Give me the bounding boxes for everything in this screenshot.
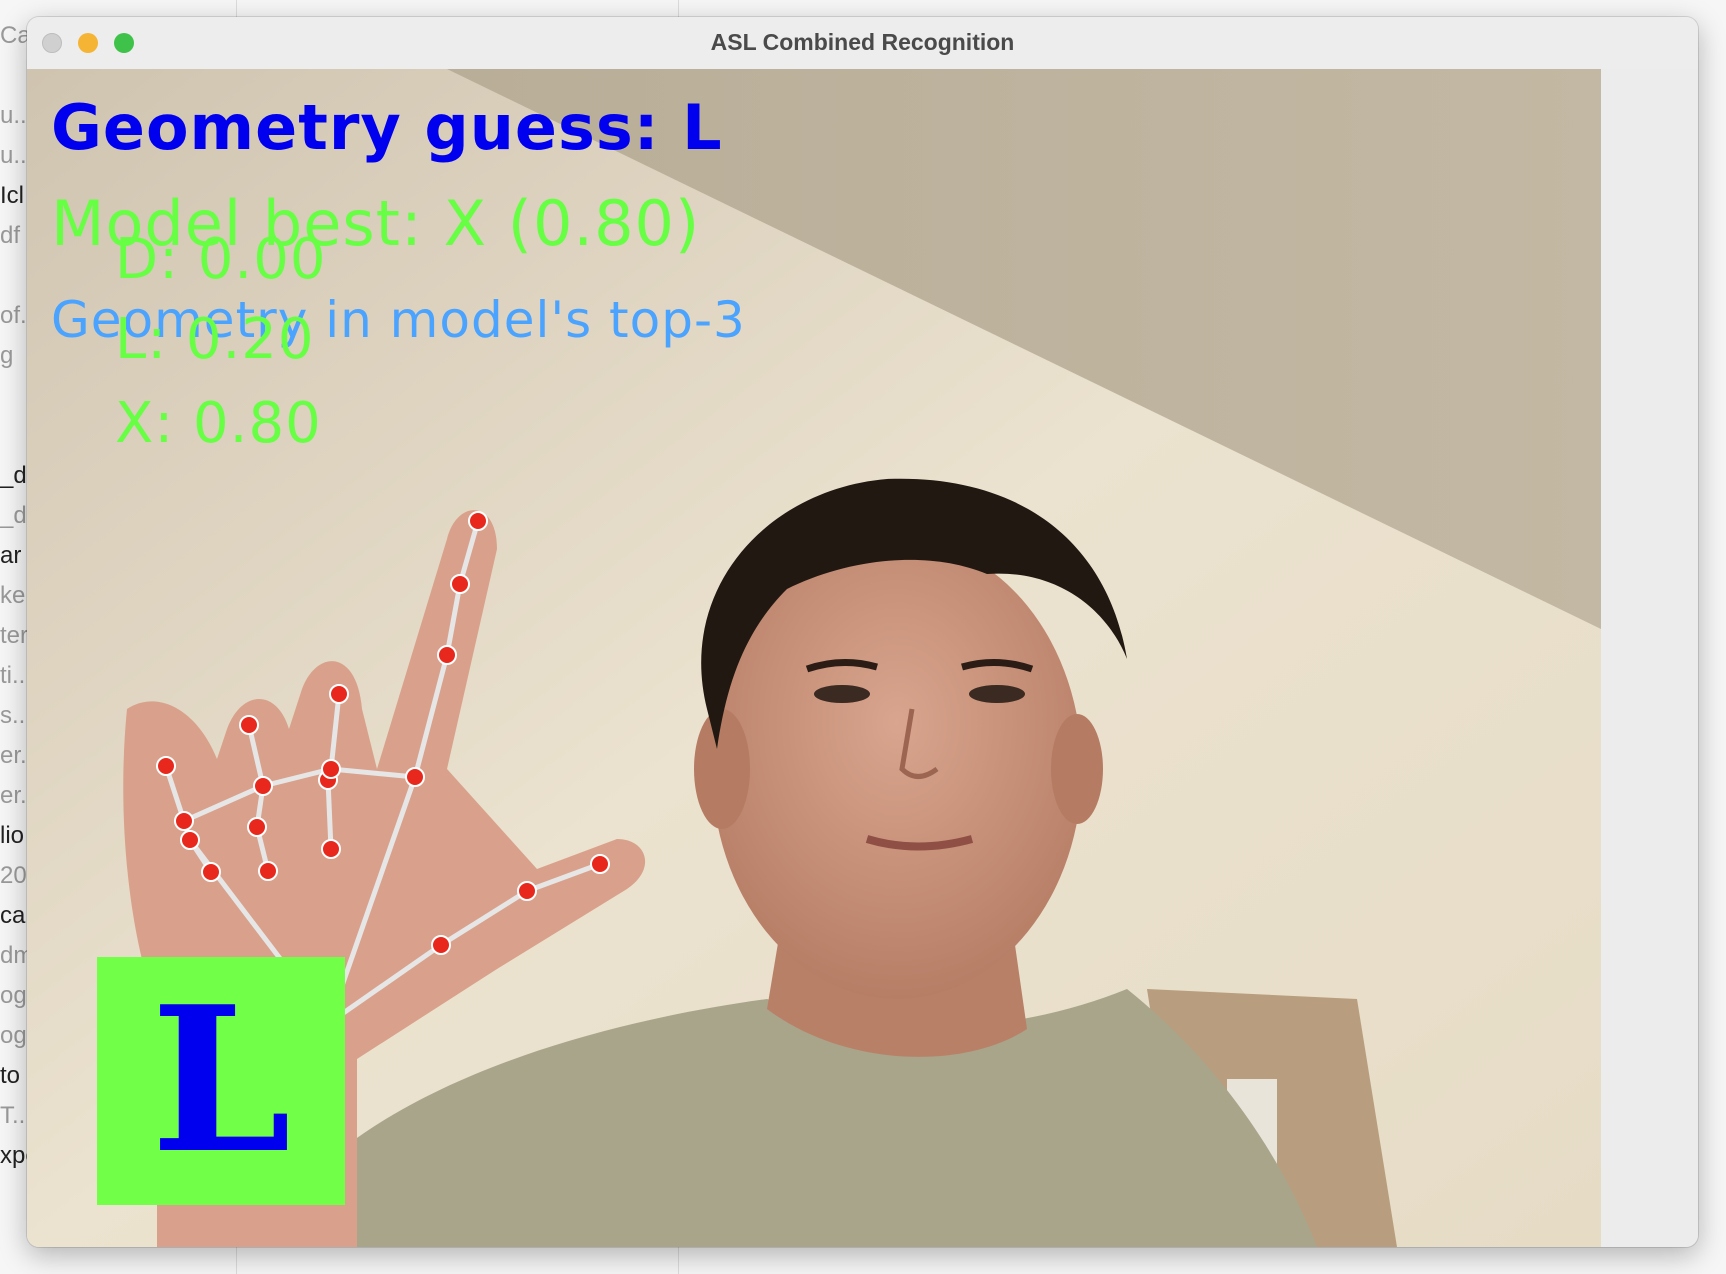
background-list-item: ar bbox=[0, 542, 22, 569]
background-list-item: ca bbox=[0, 902, 26, 929]
right-ear bbox=[1051, 714, 1103, 824]
landmark-point bbox=[405, 767, 425, 787]
window-titlebar[interactable]: ASL Combined Recognition bbox=[27, 17, 1698, 70]
landmark-point bbox=[468, 511, 488, 531]
landmark-point bbox=[437, 645, 457, 665]
landmark-point bbox=[174, 811, 194, 831]
background-list-item: 20 bbox=[0, 862, 27, 889]
window-side-margin bbox=[1601, 69, 1698, 1247]
background-list-item: ke bbox=[0, 582, 26, 609]
right-eye bbox=[969, 685, 1025, 703]
landmark-point bbox=[590, 854, 610, 874]
asl-recognition-window: ASL Combined Recognition Geometry guess:… bbox=[27, 17, 1698, 1247]
background-list-item: lio bbox=[0, 822, 25, 849]
geometry-guess-label: Geometry guess: L bbox=[51, 91, 723, 164]
recognized-letter-box: L bbox=[97, 957, 345, 1205]
window-title: ASL Combined Recognition bbox=[710, 29, 1015, 55]
probability-l: L: 0.20 bbox=[115, 307, 315, 372]
landmark-point bbox=[201, 862, 221, 882]
landmark-point bbox=[321, 839, 341, 859]
landmark-point bbox=[253, 776, 273, 796]
landmark-point bbox=[156, 756, 176, 776]
recognized-letter: L bbox=[150, 963, 292, 1198]
landmark-connection bbox=[325, 779, 334, 850]
probability-x: X: 0.80 bbox=[115, 391, 322, 456]
background-list-item: Icl bbox=[0, 182, 24, 209]
landmark-point bbox=[431, 935, 451, 955]
background-list-item: to bbox=[0, 1062, 21, 1089]
probability-d: D: 0.00 bbox=[115, 227, 327, 292]
landmark-point bbox=[247, 817, 267, 837]
landmark-point bbox=[321, 759, 341, 779]
landmark-point bbox=[180, 830, 200, 850]
left-eye bbox=[814, 685, 870, 703]
camera-frame: Geometry guess: L Model best: X (0.80) D… bbox=[27, 69, 1601, 1247]
landmark-point bbox=[450, 574, 470, 594]
background-list-item: g bbox=[0, 342, 14, 369]
landmark-point bbox=[258, 861, 278, 881]
landmark-point bbox=[239, 715, 259, 735]
landmark-point bbox=[517, 881, 537, 901]
left-ear bbox=[694, 709, 750, 829]
background-list-item: df bbox=[0, 222, 21, 249]
landmark-point bbox=[329, 684, 349, 704]
